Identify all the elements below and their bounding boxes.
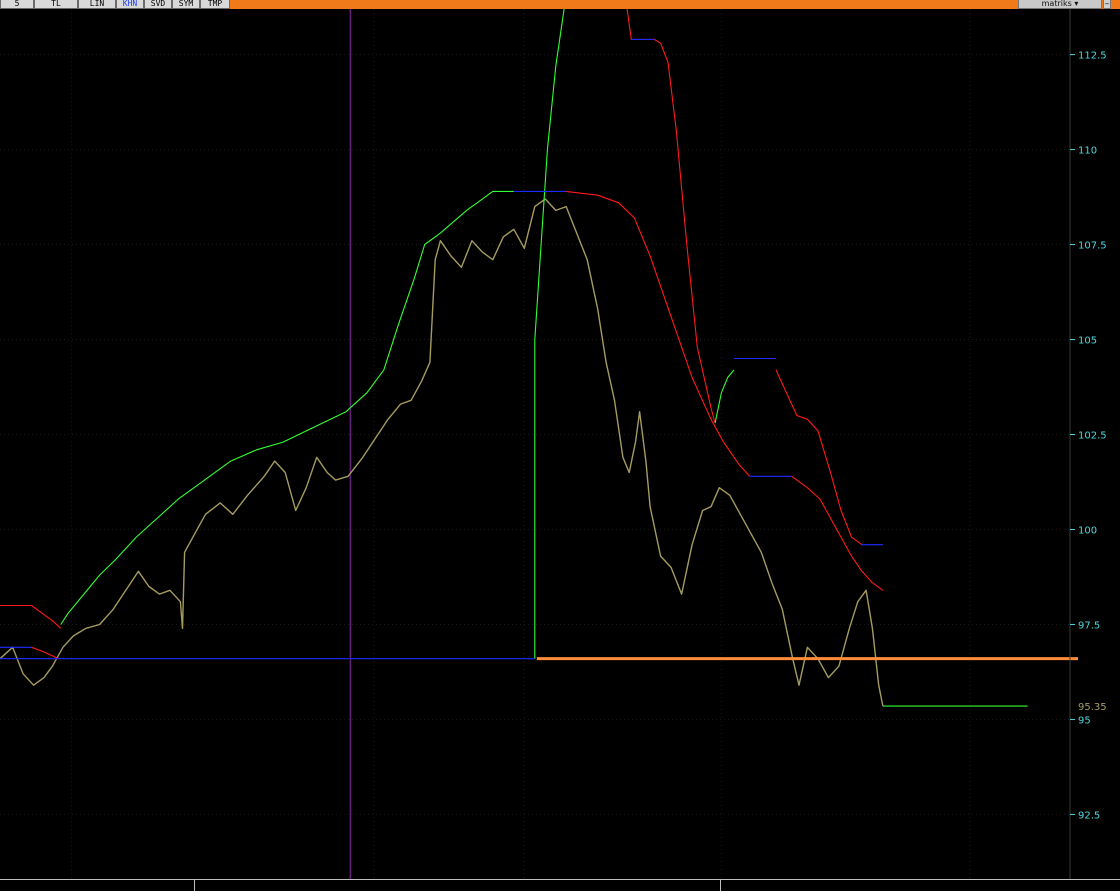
tab-tmp[interactable]: TMP [200, 0, 230, 9]
y-tick-label: 105 [1078, 336, 1097, 347]
y-tick-label: 92.5 [1078, 810, 1100, 821]
y-axis: 112.5 110 107.5 105 102.5 100 97.5 95 92.5 95.35 [1069, 9, 1107, 879]
y-tick-label: 107.5 [1078, 241, 1107, 252]
time-tick [194, 880, 195, 891]
y-tick-label: 102.5 [1078, 431, 1107, 442]
tab-sym[interactable]: SYM [172, 0, 200, 9]
series-layer [0, 9, 1078, 879]
tab-lin[interactable]: LIN [78, 0, 116, 9]
tab-tl[interactable]: TL [34, 0, 78, 9]
series-upper-band-spike [534, 9, 565, 659]
y-tick-label: 110 [1078, 146, 1097, 157]
tab-khn[interactable]: KHN [116, 0, 144, 9]
time-tick [720, 880, 721, 891]
minimize-button[interactable]: − [1103, 0, 1111, 9]
tab-svd[interactable]: SVD [144, 0, 172, 9]
y-tick-label: 112.5 [1078, 51, 1107, 62]
series-price [0, 198, 884, 707]
brand-dropdown[interactable]: matriks ▾ [1018, 0, 1102, 9]
y-tick-label: 95 [1078, 715, 1091, 726]
y-tick-label: 97.5 [1078, 620, 1100, 631]
series-lower-band-top [626, 9, 716, 424]
series-lower-band-tail [791, 475, 884, 591]
last-price-label: 95.35 [1078, 702, 1107, 713]
chevron-down-icon: ▾ [1074, 0, 1079, 8]
series-upper-band [60, 190, 514, 625]
series-upper-band-recover [714, 369, 735, 424]
series-lower-band-mid [566, 190, 751, 477]
minimize-icon: − [1104, 0, 1110, 8]
series-lower-band-upper-tail [775, 369, 863, 546]
series-lower-band-left2 [31, 646, 59, 660]
tab-interval[interactable]: 5 [0, 0, 34, 9]
bottom-time-axis [0, 879, 1120, 891]
y-tick-label: 100 [1078, 525, 1097, 536]
toolbar-tabs: 5 TL LIN KHN SVD SYM TMP [0, 0, 230, 9]
series-lower-band-left [0, 604, 62, 629]
brand-name: matriks [1041, 0, 1072, 8]
price-chart[interactable]: 112.5 110 107.5 105 102.5 100 97.5 95 92.5 95.35 [0, 9, 1120, 879]
